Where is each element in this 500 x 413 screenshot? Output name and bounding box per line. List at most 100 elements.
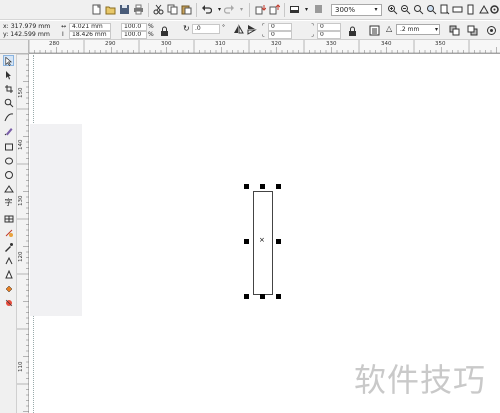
options-icon[interactable] xyxy=(488,3,500,16)
table-tool-icon[interactable] xyxy=(3,213,14,224)
artistic-media-icon[interactable] xyxy=(3,125,14,136)
print-icon[interactable] xyxy=(132,3,145,16)
crop-tool-icon[interactable] xyxy=(3,83,14,94)
ruler-label: 330 xyxy=(326,41,337,47)
zoom-width-icon[interactable] xyxy=(451,3,464,16)
connector-tool-icon[interactable] xyxy=(3,255,14,266)
selection-handle[interactable] xyxy=(276,184,281,189)
toolbox: 字 xyxy=(0,54,17,413)
ruler-label: 140 xyxy=(18,139,24,151)
zoom-level-value: 300% xyxy=(335,6,356,14)
degree-label: ° xyxy=(222,24,225,31)
y-position-field[interactable]: y: 142.599 mm xyxy=(3,31,50,38)
text-tool-icon[interactable]: 字 xyxy=(3,197,14,208)
zoom-page-icon[interactable] xyxy=(438,3,451,16)
zoom-in-icon[interactable] xyxy=(386,3,399,16)
ruler-label: 350 xyxy=(435,41,446,47)
ruler-label: 340 xyxy=(381,41,392,47)
height-field[interactable]: 18.426 mm xyxy=(69,31,111,39)
zoom-all-icon[interactable] xyxy=(425,3,438,16)
polygon-tool-icon[interactable] xyxy=(3,169,14,180)
selection-handle[interactable] xyxy=(260,294,265,299)
toolbar-separator xyxy=(284,3,285,17)
corner-top-left-field[interactable]: 0 xyxy=(268,23,292,31)
paste-icon[interactable] xyxy=(180,3,193,16)
mirror-horizontal-icon[interactable] xyxy=(232,23,245,36)
angle-value: .0 xyxy=(195,25,201,32)
zoom-level-select[interactable]: 300% ▾ xyxy=(331,4,382,16)
ellipse-tool-icon[interactable] xyxy=(3,155,14,166)
lock-ratio-icon[interactable] xyxy=(158,25,171,38)
x-position-field[interactable]: x: 317.979 mm xyxy=(3,23,50,30)
ruler-label: 130 xyxy=(18,195,24,207)
import-icon[interactable] xyxy=(254,3,267,16)
vertical-ruler[interactable] xyxy=(17,54,29,413)
fill-tool-icon[interactable] xyxy=(3,283,14,294)
pick-tool-icon[interactable] xyxy=(3,55,14,66)
open-icon[interactable] xyxy=(104,3,117,16)
ruler-label: 280 xyxy=(49,41,60,47)
toolbar-separator xyxy=(196,3,197,17)
rotation-center-marker[interactable]: × xyxy=(259,237,265,244)
scale-x-field[interactable]: 100.0 xyxy=(121,23,147,31)
standard-toolbar: ▾ ▾ ▾ 300% ▾ xyxy=(0,0,500,20)
cut-icon[interactable] xyxy=(152,3,165,16)
export-icon[interactable] xyxy=(268,3,281,16)
zoom-selected-icon[interactable] xyxy=(412,3,425,16)
angle-field[interactable]: .0 xyxy=(192,24,220,34)
toolbar-separator xyxy=(249,3,250,17)
freehand-tool-icon[interactable] xyxy=(3,111,14,122)
ruler-label: 320 xyxy=(271,41,282,47)
corner-top-left-icon: ⌜ xyxy=(262,23,265,30)
outline-width-select[interactable]: .2 mm ▾ xyxy=(396,24,440,35)
basic-shapes-icon[interactable] xyxy=(3,183,14,194)
selection-handle[interactable] xyxy=(276,239,281,244)
redo-dropdown-icon[interactable]: ▾ xyxy=(235,3,248,16)
corner-top-right-field[interactable]: 0 xyxy=(317,23,341,31)
rotate-icon: ↻ xyxy=(183,24,190,33)
shape-tool-icon[interactable] xyxy=(3,69,14,80)
selection-handle[interactable] xyxy=(276,294,281,299)
corner-bottom-right-icon: ⌟ xyxy=(311,31,314,38)
to-front-icon[interactable] xyxy=(448,24,461,37)
menu-lines-icon[interactable] xyxy=(312,3,325,16)
mirror-vertical-icon[interactable] xyxy=(246,23,259,36)
outline-width-value: .2 mm xyxy=(400,26,420,33)
scale-y-field[interactable]: 100.0 xyxy=(121,31,147,39)
convert-to-curves-icon[interactable] xyxy=(485,24,498,37)
wrap-text-icon[interactable] xyxy=(368,24,381,37)
eyedropper-icon[interactable] xyxy=(3,241,14,252)
zoom-height-icon[interactable] xyxy=(464,3,477,16)
corner-top-right-icon: ⌝ xyxy=(311,23,314,30)
zoom-tool-icon[interactable] xyxy=(3,97,14,108)
selection-handle[interactable] xyxy=(244,239,249,244)
ruler-label: 150 xyxy=(18,87,24,99)
ruler-corner[interactable] xyxy=(0,40,29,54)
outline-pen-icon[interactable] xyxy=(3,269,14,280)
corner-bottom-right-field[interactable]: 0 xyxy=(317,31,341,39)
ruler-label: 120 xyxy=(18,251,24,263)
outline-pen-icon: △ xyxy=(386,24,393,33)
lock-corners-icon[interactable] xyxy=(346,25,359,38)
zoom-out-icon[interactable] xyxy=(399,3,412,16)
watermark: 软件技巧 xyxy=(354,361,487,399)
percent-x-label: % xyxy=(148,23,154,30)
corner-bottom-left-field[interactable]: 0 xyxy=(268,31,292,39)
width-icon: ↔ xyxy=(61,23,67,30)
undo-icon[interactable] xyxy=(200,3,213,16)
new-icon[interactable] xyxy=(90,3,103,16)
copy-icon[interactable] xyxy=(166,3,179,16)
parallel-dimension-icon[interactable] xyxy=(3,227,14,238)
selection-handle[interactable] xyxy=(244,294,249,299)
rectangle-tool-icon[interactable] xyxy=(3,141,14,152)
selection-handle[interactable] xyxy=(260,184,265,189)
width-field[interactable]: 4.021 mm xyxy=(69,23,111,31)
interactive-fill-icon[interactable] xyxy=(3,297,14,308)
selection-handle[interactable] xyxy=(244,184,249,189)
ruler-label: 300 xyxy=(161,41,172,47)
chevron-down-icon: ▾ xyxy=(374,6,378,13)
toolbar-separator xyxy=(148,3,149,17)
to-back-icon[interactable] xyxy=(466,24,479,37)
horizontal-ruler[interactable]: 280 290 300 310 320 330 340 350 xyxy=(29,40,500,54)
save-icon[interactable] xyxy=(118,3,131,16)
